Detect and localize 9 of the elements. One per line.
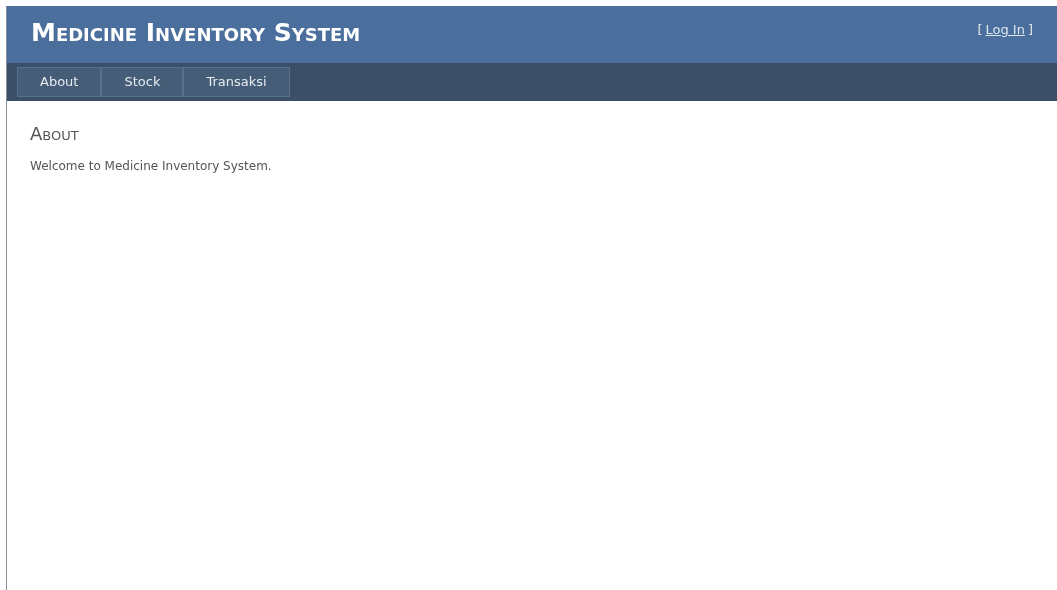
nav-tab[interactable]: About: [17, 67, 102, 97]
bracket: [: [977, 21, 983, 39]
site-title: Medicine Inventory System: [31, 20, 361, 45]
nav-tab[interactable]: Stock: [101, 67, 184, 97]
login-link[interactable]: Log In: [985, 20, 1025, 40]
page-heading: About: [30, 125, 80, 143]
nav-tab[interactable]: Transaksi: [183, 67, 290, 97]
welcome-text: Welcome to Medicine Inventory System.: [30, 158, 273, 175]
bracket: ]: [1027, 21, 1033, 39]
